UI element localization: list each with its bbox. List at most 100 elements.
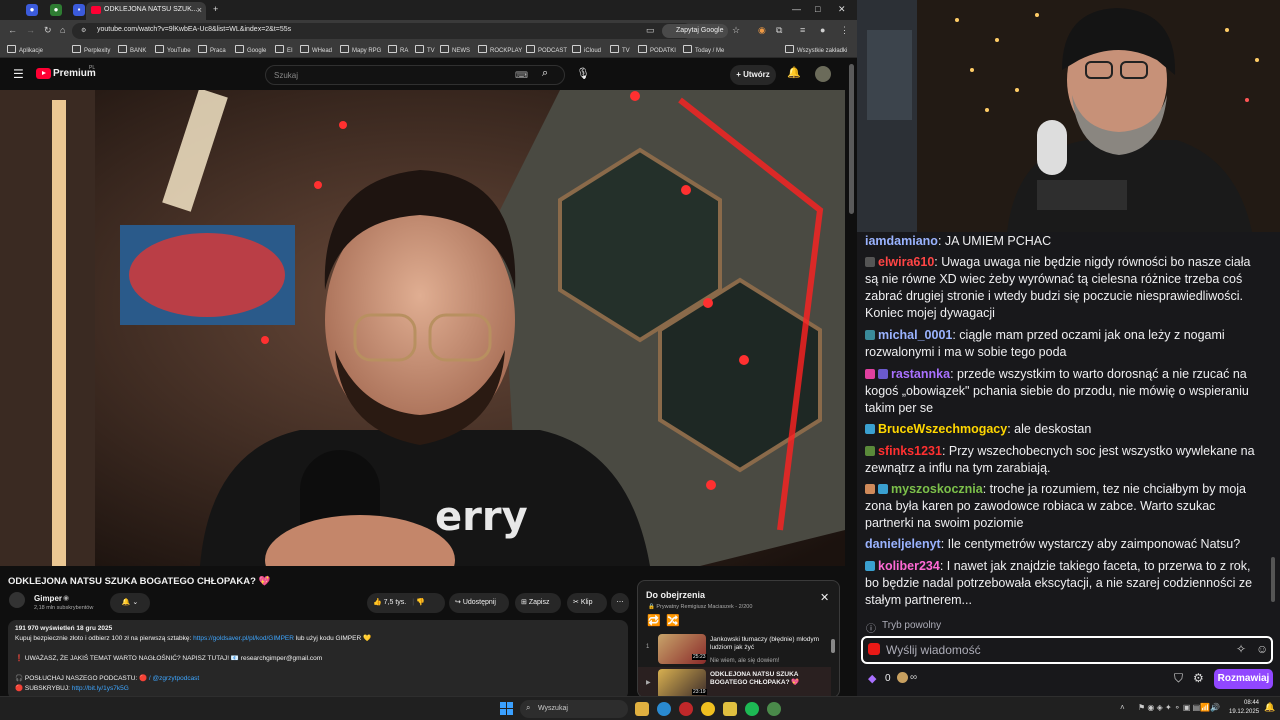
loop-icon[interactable]: 🔁 [647,614,661,627]
site-info-icon[interactable]: ⚙ [81,27,86,34]
bits-icon[interactable]: ✧ [1236,642,1246,656]
bookmark-item[interactable]: NEWS [440,45,470,54]
bookmark-item[interactable]: EI [275,45,293,54]
chrome-icon[interactable] [701,702,715,716]
description-link[interactable]: https://goldsaver.pl/pl/kod/GIMPER [193,635,294,642]
ask-google-button[interactable]: Zapytaj Google [662,24,729,38]
bookmark-item[interactable]: Aplikacje [7,45,43,54]
chat-message-input[interactable]: Wyślij wiadomość ✧ ☺ [861,636,1273,664]
file-explorer-icon[interactable] [635,702,649,716]
clip-button[interactable]: ✂ Klip [567,593,607,613]
notification-icon[interactable]: 🔔 [1264,702,1275,713]
more-actions-button[interactable]: ⋯ [611,593,629,613]
playlist-item-active[interactable]: ▶ 23:19 ODKLEJONA NATSU SZUKA BOGATEGO C… [646,669,836,697]
minimize-icon[interactable]: — [792,4,801,14]
chat-scrollbar[interactable] [1271,557,1275,602]
channel-name[interactable]: Gimper [34,594,62,603]
back-icon[interactable]: ← [8,25,17,35]
user-avatar[interactable] [815,66,831,82]
notifications-bell-icon[interactable]: 🔔 [787,66,801,79]
bookmark-item[interactable]: TV [415,45,435,54]
save-button[interactable]: ⊞ Zapisz [515,593,561,613]
taskbar-search[interactable]: Wyszukaj [520,700,628,718]
network-volume-icon[interactable]: 📶🔊 [1200,703,1220,712]
tab-icon[interactable]: ▪ [73,4,85,16]
bookmark-item[interactable]: Google [235,45,266,54]
playlist-item[interactable]: 1 25:23 Jankowski tłumaczy (błędnie) mło… [646,634,836,664]
chat-username[interactable]: BruceWszechmogacy [878,422,1007,436]
channel-avatar[interactable] [9,592,25,608]
chat-send-button[interactable]: Rozmawiaj [1214,669,1273,689]
windows-start-icon[interactable] [500,702,514,716]
extension-icon[interactable]: ● [50,4,62,16]
shuffle-icon[interactable]: 🔀 [666,614,680,627]
notes-icon[interactable] [723,702,737,716]
chat-username[interactable]: rastannka [891,367,950,381]
edge-icon[interactable] [657,702,671,716]
close-playlist-icon[interactable]: ✕ [820,591,829,604]
hamburger-menu-icon[interactable]: ☰ [13,67,24,81]
chat-username[interactable]: michal_0001 [878,328,952,342]
clock-time[interactable]: 08:44 [1229,700,1259,706]
new-tab-icon[interactable]: + [213,4,218,14]
forward-icon[interactable]: → [26,25,35,35]
bookmark-item[interactable]: Today / Me [683,45,724,54]
clock-date[interactable]: 19.12.2025 [1229,709,1259,715]
window-close-icon[interactable]: ✕ [838,4,846,15]
bookmark-item[interactable]: WHead [300,45,332,54]
bookmark-item[interactable]: YouTube [155,45,191,54]
chat-username[interactable]: sfinks1231 [878,444,942,458]
prediction-icon[interactable] [897,672,908,683]
like-button[interactable]: 👍 7,5 tys. | 👎 [367,593,445,613]
chat-username[interactable]: koliber234 [878,559,940,573]
profile-icon[interactable]: ● [26,4,38,16]
description-link[interactable]: http://bit.ly/1ys7k5G [72,685,129,692]
bookmark-item[interactable]: iCloud [572,45,601,54]
thumbs-down-icon[interactable]: 👎 [416,599,425,606]
playlist-scrollbar[interactable] [831,639,835,653]
settings-gear-icon[interactable]: ⚙ [1193,671,1204,685]
maximize-icon[interactable]: □ [815,4,820,14]
chrome-active-icon[interactable] [767,702,781,716]
search-icon[interactable]: ⌕ [542,67,548,80]
bookmark-item[interactable]: Mapy RPG [340,45,381,54]
extensions-puzzle-icon[interactable]: ⧉ [776,25,782,36]
spotify-icon[interactable] [745,702,759,716]
profile-avatar-icon[interactable]: ● [820,25,825,35]
microphone-icon[interactable]: 🎙 [576,67,590,80]
share-button[interactable]: ↪ Udostępnij [449,593,509,613]
bookmark-item[interactable]: RA [388,45,408,54]
active-tab[interactable]: ODKLEJONA NATSU SZUK... × [86,2,206,20]
tray-icons[interactable]: ⚑ ◉ ◈ ✦ ⚬ ▣ ▤ [1138,703,1200,712]
create-button[interactable]: + Utwórz [730,65,776,85]
app-icon[interactable] [679,702,693,716]
bookmark-star-icon[interactable]: ☆ [732,25,740,36]
subscribe-bell-button[interactable]: 🔔 ⌄ [110,593,150,613]
bookmark-item[interactable]: BANK [118,45,146,54]
home-icon[interactable]: ⌂ [60,25,65,35]
youtube-logo-icon[interactable] [36,68,51,79]
playlist-owner[interactable]: Remigiusz Maciaszek [681,604,734,610]
all-bookmarks[interactable]: Wszystkie zakładki [785,45,847,54]
bookmark-item[interactable]: PODATKI [638,45,676,54]
menu-kebab-icon[interactable]: ⋮ [840,25,849,36]
shield-icon[interactable]: ⛉ [1174,671,1183,686]
reading-list-icon[interactable]: ≡ [800,25,805,35]
bookmark-item[interactable]: Perplexity [72,45,110,54]
reload-icon[interactable]: ↻ [44,25,52,36]
chat-username[interactable]: iamdamiano [865,234,938,248]
playlist-title[interactable]: Do obejrzenia [646,590,705,600]
keyboard-icon[interactable]: ⌨ [515,70,528,81]
close-tab-icon[interactable]: × [197,5,202,15]
tray-chevron-icon[interactable]: ˄ [1120,703,1125,712]
extension-icon[interactable]: ◉ [758,25,766,36]
url-field[interactable]: ⚙ youtube.com/watch?v=9lKwbEA-Uc8&list=W… [72,23,692,39]
page-scrollbar[interactable] [847,58,857,696]
chat-username[interactable]: danieljelenyt [865,537,941,551]
channel-points-icon[interactable]: ◆ [868,672,876,685]
bookmark-item[interactable]: ROCKPLAY [478,45,522,54]
emote-smiley-icon[interactable]: ☺ [1256,642,1268,656]
bookmark-item[interactable]: TV [610,45,630,54]
chat-username[interactable]: myszoskocznia [891,482,983,496]
video-player[interactable]: erry [0,90,845,566]
